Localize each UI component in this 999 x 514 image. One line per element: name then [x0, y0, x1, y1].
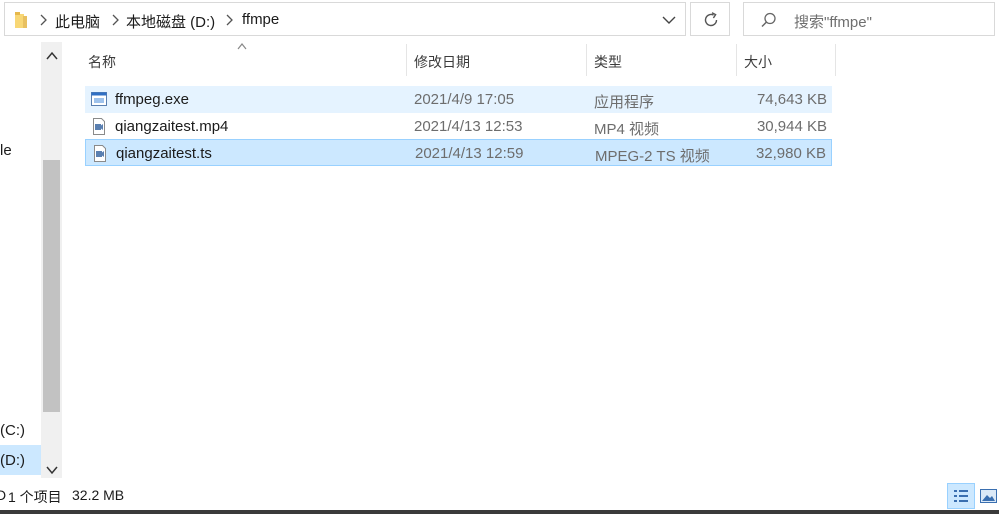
file-size: 74,643 KB: [756, 91, 827, 108]
search-icon: [761, 12, 776, 28]
column-header-name[interactable]: 名称: [88, 52, 116, 72]
search-input[interactable]: 搜索"ffmpe": [794, 11, 872, 32]
search-box[interactable]: 搜索"ffmpe": [743, 2, 995, 36]
large-icons-view-icon: [980, 489, 997, 503]
file-row[interactable]: qiangzaitest.mp4 2021/4/13 12:53 MP4 视频 …: [85, 113, 832, 140]
column-header-type[interactable]: 类型: [594, 52, 622, 72]
chevron-down-icon[interactable]: [661, 13, 677, 27]
refresh-button[interactable]: [690, 2, 730, 36]
scroll-up-icon[interactable]: [45, 50, 59, 62]
column-divider[interactable]: [406, 44, 407, 76]
column-divider[interactable]: [586, 44, 587, 76]
file-name[interactable]: qiangzaitest.ts: [116, 145, 212, 162]
refresh-icon: [704, 12, 718, 27]
column-header-size[interactable]: 大小: [744, 52, 772, 72]
window-bottom-edge: [0, 510, 999, 514]
file-name[interactable]: qiangzaitest.mp4: [115, 118, 228, 135]
folder-icon: [15, 12, 27, 28]
status-selected-size: 32.2 MB: [72, 487, 125, 503]
scroll-down-icon[interactable]: [45, 464, 59, 476]
nav-item-drive-d[interactable]: (D:): [0, 452, 25, 469]
file-name[interactable]: ffmpeg.exe: [115, 91, 189, 108]
navigation-pane: le (C:) (D:): [0, 40, 64, 480]
address-toolbar: 此电脑 本地磁盘 (D:) ffmpe 搜索"ffmpe": [0, 0, 999, 40]
file-type: MPEG-2 TS 视频: [595, 148, 710, 165]
nav-scrollbar-thumb[interactable]: [43, 160, 60, 412]
breadcrumb-drive-d[interactable]: 本地磁盘 (D:): [126, 11, 215, 32]
nav-item-drive-c[interactable]: (C:): [0, 422, 25, 439]
sort-ascending-icon: [237, 43, 247, 50]
file-type: MP4 视频: [594, 121, 660, 138]
large-icons-view-button[interactable]: [977, 483, 999, 509]
file-date: 2021/4/13 12:53: [414, 118, 523, 135]
file-date: 2021/4/9 17:05: [414, 91, 515, 108]
details-view-button[interactable]: [947, 483, 975, 509]
file-size: 32,980 KB: [755, 145, 826, 162]
file-date: 2021/4/13 12:59: [415, 145, 524, 162]
column-header-date[interactable]: 修改日期: [414, 52, 470, 72]
video-file-icon: [93, 118, 105, 135]
details-view-icon: [954, 490, 968, 502]
breadcrumb-this-pc[interactable]: 此电脑: [55, 11, 100, 32]
video-file-icon: [94, 145, 106, 162]
column-divider[interactable]: [835, 44, 836, 76]
chevron-right-icon[interactable]: [223, 12, 237, 28]
breadcrumb-ffmpe[interactable]: ffmpe: [242, 11, 279, 28]
status-items-prefix: D: [0, 487, 7, 503]
column-divider[interactable]: [736, 44, 737, 76]
file-size: 30,944 KB: [756, 118, 827, 135]
file-row[interactable]: ffmpeg.exe 2021/4/9 17:05 应用程序 74,643 KB: [85, 86, 832, 113]
application-exe-icon: [91, 92, 107, 106]
chevron-right-icon[interactable]: [37, 12, 51, 28]
file-type: 应用程序: [594, 94, 655, 111]
status-selected-count: 1 个项目: [8, 489, 62, 505]
file-row[interactable]: qiangzaitest.ts 2021/4/13 12:59 MPEG-2 T…: [85, 139, 832, 166]
chevron-right-icon[interactable]: [109, 12, 123, 28]
address-bar[interactable]: 此电脑 本地磁盘 (D:) ffmpe: [4, 2, 686, 36]
status-bar: D 1 个项目 32.2 MB: [0, 480, 999, 510]
nav-item-partial[interactable]: le: [0, 142, 12, 159]
